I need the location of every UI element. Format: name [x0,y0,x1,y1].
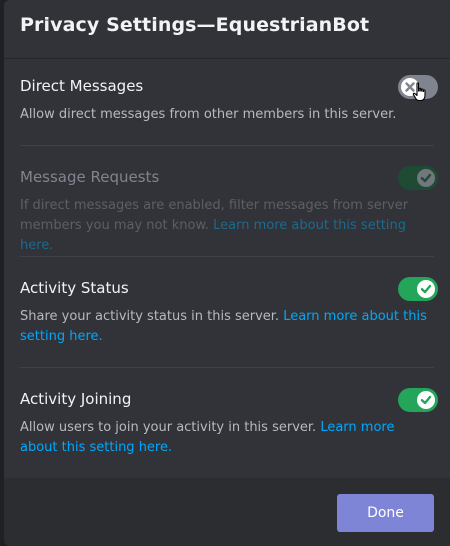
description-text: Allow direct messages from other members… [20,107,397,122]
setting-description: If direct messages are enabled, filter m… [20,196,436,256]
row-divider [20,145,434,146]
x-icon [405,82,415,92]
setting-title: Direct Messages [20,77,144,95]
description-text: Share your activity status in this serve… [20,309,284,324]
toggle-knob [417,280,435,298]
setting-description: Allow users to join your activity in thi… [20,418,436,458]
direct-messages-toggle[interactable] [398,75,438,99]
row-divider [20,367,434,368]
toggle-knob [417,169,435,187]
activity-status-toggle[interactable] [398,277,438,301]
check-icon [420,173,432,183]
setting-title: Activity Joining [20,390,132,408]
header-divider [4,58,450,59]
setting-title: Message Requests [20,168,160,186]
setting-title: Activity Status [20,279,129,297]
description-text: Allow users to join your activity in thi… [20,420,321,435]
toggle-knob [417,391,435,409]
activity-joining-toggle[interactable] [398,388,438,412]
modal-footer: Done [4,478,450,546]
setting-description: Share your activity status in this serve… [20,307,436,347]
check-icon [420,284,432,294]
check-icon [420,395,432,405]
setting-description: Allow direct messages from other members… [20,105,436,125]
message-requests-toggle [398,166,438,190]
done-button[interactable]: Done [337,494,434,532]
row-divider [20,256,434,257]
modal-title: Privacy Settings—EquestrianBot [20,14,370,36]
toggle-knob [401,78,419,96]
privacy-settings-modal: Privacy Settings—EquestrianBot Direct Me… [4,0,450,546]
